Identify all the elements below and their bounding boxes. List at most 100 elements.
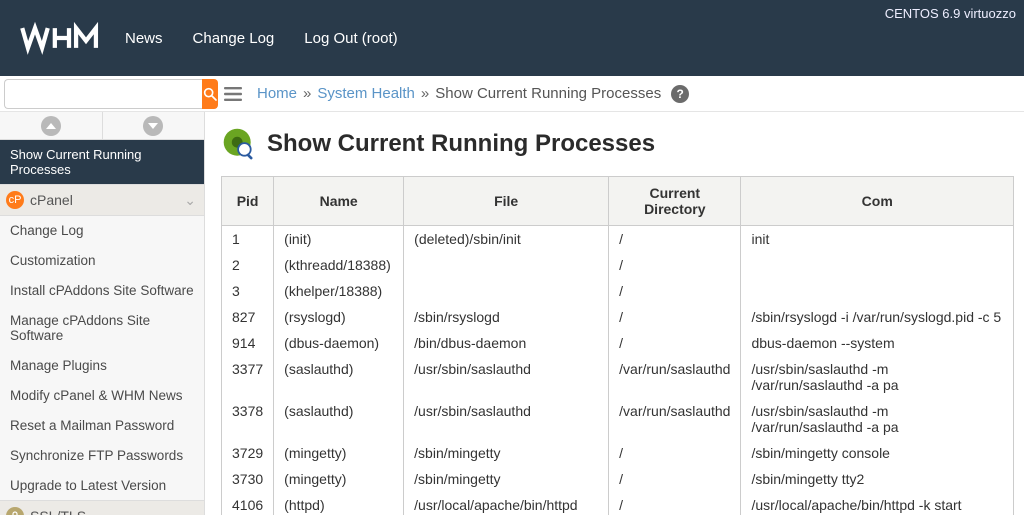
cell-name: (dbus-daemon): [274, 330, 404, 356]
cell-cmd: /usr/sbin/saslauthd -m /var/run/saslauth…: [741, 398, 1014, 440]
sidebar-category-ssltls[interactable]: SSL/TLS ⌄: [0, 500, 204, 515]
cell-cmd: /sbin/rsyslogd -i /var/run/syslogd.pid -…: [741, 304, 1014, 330]
cell-file: [404, 278, 609, 304]
content: Show Current Running Processes Pid Name …: [205, 112, 1024, 515]
cell-cwd: /: [609, 466, 741, 492]
th-file[interactable]: File: [404, 177, 609, 226]
cell-name: (init): [274, 226, 404, 253]
cell-cwd: /: [609, 226, 741, 253]
sidebar-item[interactable]: Upgrade to Latest Version: [0, 470, 204, 500]
cell-cmd: /sbin/mingetty tty2: [741, 466, 1014, 492]
sidebar-active-item[interactable]: Show Current Running Processes: [0, 140, 204, 184]
cell-pid: 3378: [222, 398, 274, 440]
sidebar-item[interactable]: Synchronize FTP Passwords: [0, 440, 204, 470]
cell-cwd: /var/run/saslauthd: [609, 398, 741, 440]
cell-file: /usr/sbin/saslauthd: [404, 356, 609, 398]
cell-cwd: /var/run/saslauthd: [609, 356, 741, 398]
table-row: 3729(mingetty)/sbin/mingetty//sbin/minge…: [222, 440, 1014, 466]
sidebar-category-label: cPanel: [30, 192, 73, 208]
table-row: 1(init)(deleted)/sbin/init/init: [222, 226, 1014, 253]
whm-logo[interactable]: [18, 19, 103, 57]
table-row: 3377(saslauthd)/usr/sbin/saslauthd/var/r…: [222, 356, 1014, 398]
cell-cmd: [741, 252, 1014, 278]
cell-file: /sbin/mingetty: [404, 440, 609, 466]
page-title-row: Show Current Running Processes: [221, 126, 1014, 162]
crumb-sep: »: [421, 85, 429, 102]
cell-cmd: dbus-daemon --system: [741, 330, 1014, 356]
cell-cwd: /: [609, 330, 741, 356]
cell-file: /usr/local/apache/bin/httpd: [404, 492, 609, 515]
cpanel-icon: cP: [6, 191, 24, 209]
cell-pid: 3: [222, 278, 274, 304]
menu-toggle[interactable]: [219, 80, 247, 108]
sidebar-item[interactable]: Install cPAddons Site Software: [0, 275, 204, 305]
cell-pid: 914: [222, 330, 274, 356]
sidebar-category-cpanel[interactable]: cP cPanel ⌄: [0, 184, 204, 216]
page-title: Show Current Running Processes: [267, 130, 655, 158]
crumb-home[interactable]: Home: [257, 85, 297, 102]
table-row: 827(rsyslogd)/sbin/rsyslogd//sbin/rsyslo…: [222, 304, 1014, 330]
sidebar-item[interactable]: Manage cPAddons Site Software: [0, 305, 204, 350]
cell-file: /sbin/mingetty: [404, 466, 609, 492]
sidebar: Show Current Running Processes cP cPanel…: [0, 112, 205, 515]
th-name[interactable]: Name: [274, 177, 404, 226]
th-pid[interactable]: Pid: [222, 177, 274, 226]
cell-file: /sbin/rsyslogd: [404, 304, 609, 330]
cell-name: (rsyslogd): [274, 304, 404, 330]
lock-icon: [6, 507, 24, 515]
sidebar-item[interactable]: Customization: [0, 245, 204, 275]
collapse-all-button[interactable]: [0, 112, 103, 139]
cell-cwd: /: [609, 304, 741, 330]
chevron-up-icon: [41, 116, 61, 136]
chevron-down-icon: ⌄: [184, 508, 196, 515]
cell-name: (httpd): [274, 492, 404, 515]
cell-cmd: /usr/local/apache/bin/httpd -k start: [741, 492, 1014, 515]
expand-all-button[interactable]: [103, 112, 205, 139]
sidebar-item[interactable]: Change Log: [0, 216, 204, 245]
table-row: 914(dbus-daemon)/bin/dbus-daemon/dbus-da…: [222, 330, 1014, 356]
cell-pid: 1: [222, 226, 274, 253]
crumb-category[interactable]: System Health: [317, 85, 415, 102]
process-table: Pid Name File Current Directory Com 1(in…: [221, 176, 1014, 515]
search-input[interactable]: [4, 79, 202, 109]
cell-pid: 3730: [222, 466, 274, 492]
cell-name: (saslauthd): [274, 398, 404, 440]
cell-pid: 2: [222, 252, 274, 278]
cell-file: [404, 252, 609, 278]
sidebar-collapse-row: [0, 112, 204, 140]
chevron-down-icon: ⌄: [184, 192, 196, 209]
cell-pid: 3729: [222, 440, 274, 466]
cell-cmd: /usr/sbin/saslauthd -m /var/run/saslauth…: [741, 356, 1014, 398]
table-header-row: Pid Name File Current Directory Com: [222, 177, 1014, 226]
cell-cwd: /: [609, 492, 741, 515]
table-row: 3730(mingetty)/sbin/mingetty//sbin/minge…: [222, 466, 1014, 492]
top-nav: News Change Log Log Out (root): [125, 30, 398, 47]
sidebar-item[interactable]: Modify cPanel & WHM News: [0, 380, 204, 410]
cell-pid: 4106: [222, 492, 274, 515]
th-cwd[interactable]: Current Directory: [609, 177, 741, 226]
cell-name: (kthreadd/18388): [274, 252, 404, 278]
breadcrumb-bar: Home » System Health » Show Current Runn…: [0, 76, 1024, 112]
table-row: 3(khelper/18388) /: [222, 278, 1014, 304]
cell-name: (khelper/18388): [274, 278, 404, 304]
nav-news[interactable]: News: [125, 30, 163, 47]
crumb-sep: »: [303, 85, 311, 102]
os-label: CENTOS 6.9 virtuozzo: [885, 6, 1016, 21]
cell-cmd: [741, 278, 1014, 304]
th-command[interactable]: Com: [741, 177, 1014, 226]
help-icon[interactable]: ?: [671, 85, 689, 103]
sidebar-item[interactable]: Reset a Mailman Password: [0, 410, 204, 440]
sidebar-item[interactable]: Manage Plugins: [0, 350, 204, 380]
cell-cwd: /: [609, 278, 741, 304]
search-button[interactable]: [202, 79, 218, 109]
nav-changelog[interactable]: Change Log: [193, 30, 275, 47]
search-icon: [202, 86, 218, 102]
cell-name: (mingetty): [274, 466, 404, 492]
cell-file: /bin/dbus-daemon: [404, 330, 609, 356]
sidebar-category-label: SSL/TLS: [30, 508, 86, 515]
table-row: 2(kthreadd/18388) /: [222, 252, 1014, 278]
chevron-down-icon: [143, 116, 163, 136]
cell-cwd: /: [609, 252, 741, 278]
cell-cmd: /sbin/mingetty console: [741, 440, 1014, 466]
nav-logout[interactable]: Log Out (root): [304, 30, 397, 47]
